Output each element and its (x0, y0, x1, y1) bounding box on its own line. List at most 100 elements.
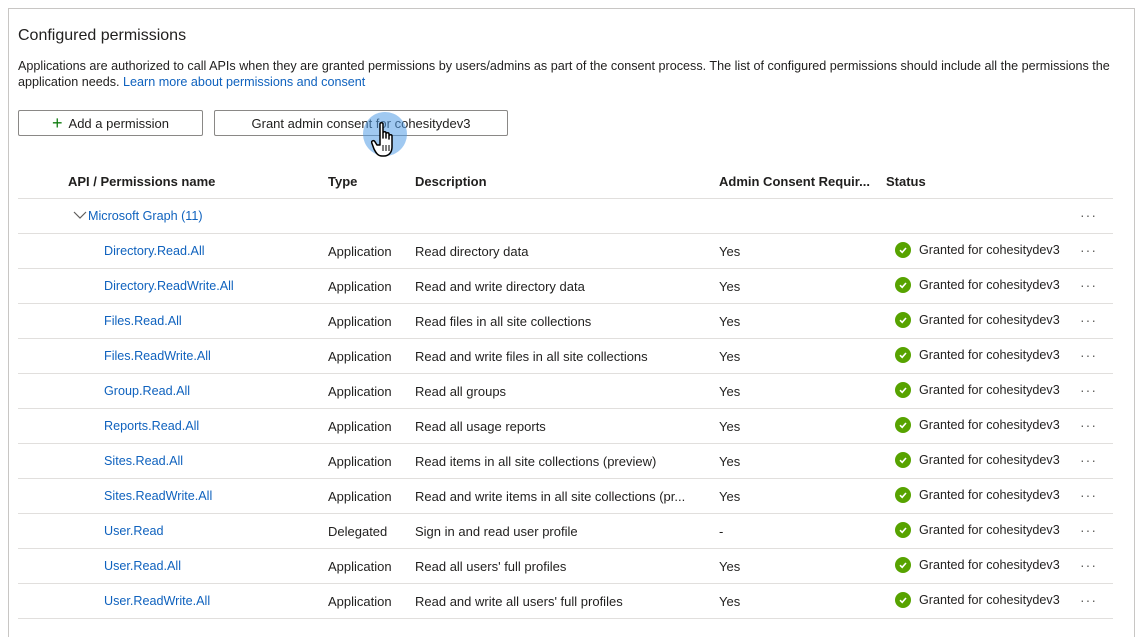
row-more-actions-icon[interactable]: ··· (1080, 592, 1097, 608)
check-circle-icon (895, 522, 911, 538)
plus-icon: + (52, 113, 63, 133)
permission-name-link[interactable]: Sites.Read.All (104, 454, 183, 468)
permission-description: Sign in and read user profile (415, 524, 578, 539)
add-permission-button[interactable]: + Add a permission (18, 110, 203, 136)
status-badge: Granted for cohesitydev3 (895, 487, 1060, 503)
status-text: Granted for cohesitydev3 (919, 278, 1060, 292)
check-circle-icon (895, 487, 911, 503)
row-more-actions-icon[interactable]: ··· (1080, 522, 1097, 538)
status-text: Granted for cohesitydev3 (919, 313, 1060, 327)
table-row: Group.Read.All Application Read all groups… (18, 374, 1113, 409)
permission-type: Application (328, 314, 392, 329)
permission-name-link[interactable]: User.ReadWrite.All (104, 594, 210, 608)
table-row: Directory.ReadWrite.All Application Read a… (18, 269, 1113, 304)
section-title: Configured permissions (18, 27, 187, 44)
table-row: Files.Read.All Application Read files in a… (18, 304, 1113, 339)
permission-name-link[interactable]: Directory.ReadWrite.All (104, 279, 234, 293)
status-text: Granted for cohesitydev3 (919, 383, 1060, 397)
check-circle-icon (895, 242, 911, 258)
status-badge: Granted for cohesitydev3 (895, 242, 1060, 258)
header-api-permissions-name[interactable]: API / Permissions name (68, 174, 215, 189)
admin-consent-required: Yes (719, 279, 741, 294)
admin-consent-required: Yes (719, 384, 741, 399)
permission-type: Application (328, 244, 392, 259)
table-row: Sites.Read.All Application Read items in a… (18, 444, 1113, 479)
permission-name-link[interactable]: Directory.Read.All (104, 244, 205, 258)
status-badge: Granted for cohesitydev3 (895, 277, 1060, 293)
permission-type: Delegated (328, 524, 388, 539)
header-type[interactable]: Type (328, 174, 357, 189)
admin-consent-required: Yes (719, 244, 741, 259)
admin-consent-required: Yes (719, 594, 741, 609)
check-circle-icon (895, 452, 911, 468)
permission-name-link[interactable]: Reports.Read.All (104, 419, 199, 433)
row-more-actions-icon[interactable]: ··· (1080, 312, 1097, 328)
admin-consent-required: Yes (719, 559, 741, 574)
row-more-actions-icon[interactable]: ··· (1080, 557, 1097, 573)
admin-consent-required: Yes (719, 349, 741, 364)
permission-description: Read and write all users' full profiles (415, 594, 623, 609)
group-row-microsoft-graph[interactable]: Microsoft Graph (11) ··· (18, 199, 1113, 234)
check-circle-icon (895, 557, 911, 573)
table-row: Directory.Read.All Application Read direct… (18, 234, 1113, 269)
permission-description: Read files in all site collections (415, 314, 592, 329)
permission-name-link[interactable]: Files.ReadWrite.All (104, 349, 211, 363)
permission-description: Read items in all site collections (prev… (415, 454, 657, 469)
permission-type: Application (328, 419, 392, 434)
permission-name-link[interactable]: Sites.ReadWrite.All (104, 489, 212, 503)
permission-description: Read all usage reports (415, 419, 546, 434)
status-badge: Granted for cohesitydev3 (895, 312, 1060, 328)
status-text: Granted for cohesitydev3 (919, 453, 1060, 467)
status-badge: Granted for cohesitydev3 (895, 522, 1060, 538)
group-more-actions-icon[interactable]: ··· (1080, 207, 1097, 223)
grant-admin-consent-button[interactable]: Grant admin consent for cohesitydev3 (214, 110, 508, 136)
table-row: Reports.Read.All Application Read all usag… (18, 409, 1113, 444)
row-more-actions-icon[interactable]: ··· (1080, 452, 1097, 468)
table-row: Sites.ReadWrite.All Application Read and w… (18, 479, 1113, 514)
header-admin-consent[interactable]: Admin Consent Requir... (719, 174, 870, 189)
header-status[interactable]: Status (886, 174, 926, 189)
permission-name-link[interactable]: Group.Read.All (104, 384, 190, 398)
permission-type: Application (328, 489, 392, 504)
permission-description: Read and write files in all site collect… (415, 349, 648, 364)
status-badge: Granted for cohesitydev3 (895, 452, 1060, 468)
row-more-actions-icon[interactable]: ··· (1080, 382, 1097, 398)
permission-description: Read directory data (415, 244, 529, 259)
check-circle-icon (895, 277, 911, 293)
table-row: User.Read.All Application Read all users' … (18, 549, 1113, 584)
status-text: Granted for cohesitydev3 (919, 488, 1060, 502)
permission-name-link[interactable]: User.Read.All (104, 559, 181, 573)
permission-type: Application (328, 559, 392, 574)
status-badge: Granted for cohesitydev3 (895, 347, 1060, 363)
permission-description: Read all users' full profiles (415, 559, 567, 574)
check-circle-icon (895, 417, 911, 433)
check-circle-icon (895, 312, 911, 328)
permission-type: Application (328, 454, 392, 469)
table-row: User.ReadWrite.All Application Read and wr… (18, 584, 1113, 619)
status-badge: Granted for cohesitydev3 (895, 382, 1060, 398)
chevron-down-icon[interactable] (73, 209, 87, 221)
row-more-actions-icon[interactable]: ··· (1080, 277, 1097, 293)
status-text: Granted for cohesitydev3 (919, 558, 1060, 572)
permission-name-link[interactable]: User.Read (104, 524, 164, 538)
row-more-actions-icon[interactable]: ··· (1080, 417, 1097, 433)
admin-consent-required: Yes (719, 489, 741, 504)
table-row: Files.ReadWrite.All Application Read and w… (18, 339, 1113, 374)
row-more-actions-icon[interactable]: ··· (1080, 487, 1097, 503)
group-label[interactable]: Microsoft Graph (11) (88, 209, 203, 223)
row-more-actions-icon[interactable]: ··· (1080, 242, 1097, 258)
table-header: API / Permissions name Type Description … (18, 164, 1113, 199)
admin-consent-required: Yes (719, 419, 741, 434)
permission-type: Application (328, 384, 392, 399)
check-circle-icon (895, 382, 911, 398)
section-description: Applications are authorized to call APIs… (18, 58, 1113, 90)
status-badge: Granted for cohesitydev3 (895, 417, 1060, 433)
admin-consent-required: - (719, 524, 724, 539)
status-text: Granted for cohesitydev3 (919, 418, 1060, 432)
grant-consent-label: Grant admin consent for cohesitydev3 (251, 115, 471, 131)
header-description[interactable]: Description (415, 174, 487, 189)
permission-name-link[interactable]: Files.Read.All (104, 314, 182, 328)
row-more-actions-icon[interactable]: ··· (1080, 347, 1097, 363)
learn-more-link[interactable]: Learn more about permissions and consent (123, 75, 365, 89)
permission-type: Application (328, 279, 392, 294)
